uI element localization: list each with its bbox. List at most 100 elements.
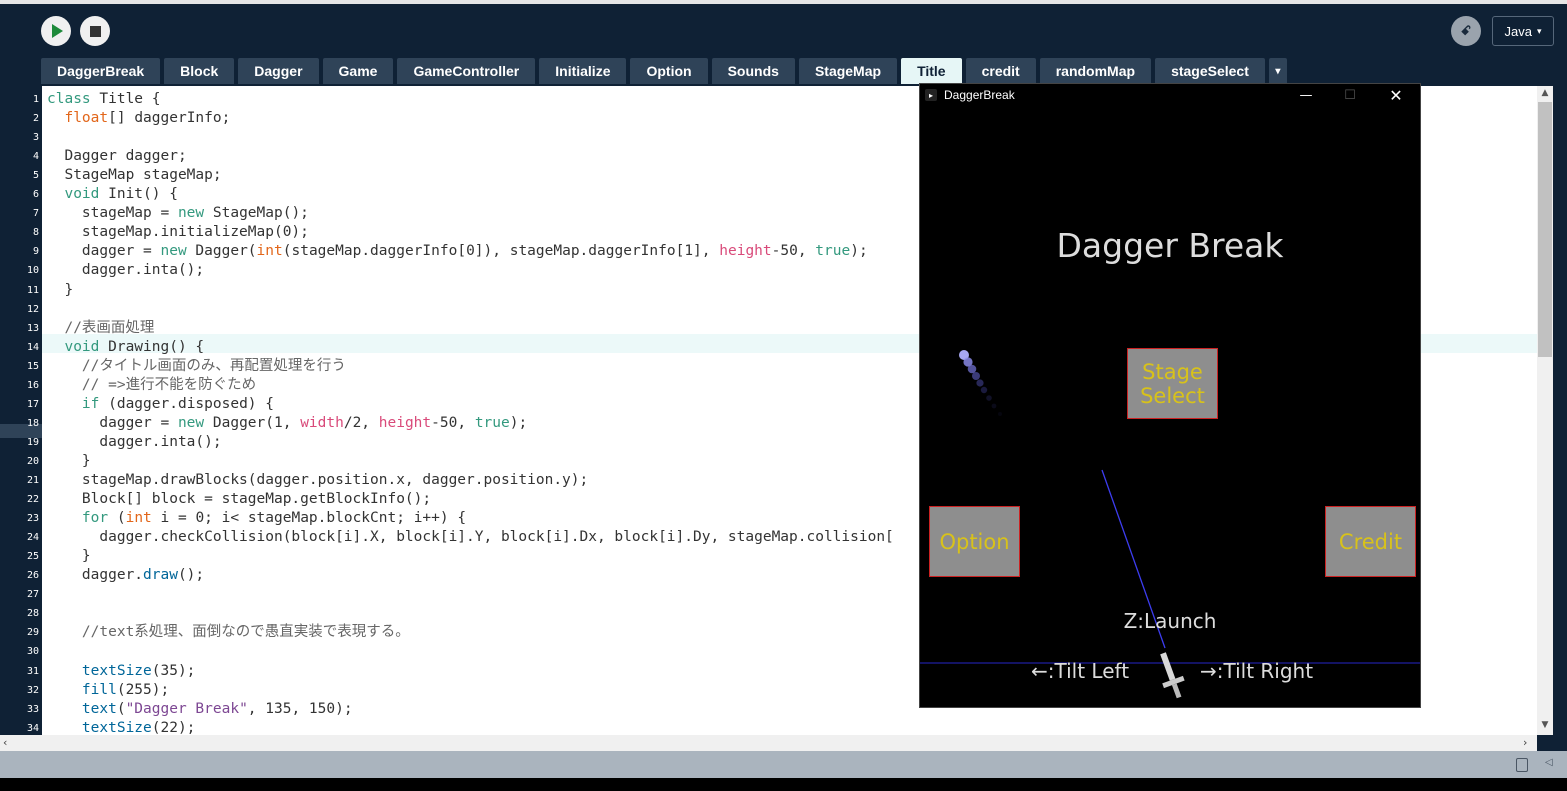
code-line: textSize(35);: [81, 662, 196, 679]
maximize-button[interactable]: ☐: [1328, 84, 1372, 106]
code-line: dagger = new Dagger(1, width/2, height-5…: [47, 414, 528, 431]
line-number: 19: [26, 436, 39, 448]
code-line: // =>進行不能を防ぐため: [81, 376, 257, 393]
code-line: void Drawing() {: [64, 338, 205, 355]
run-button[interactable]: [41, 16, 71, 46]
tab-menu-icon[interactable]: ▾: [1268, 58, 1287, 84]
code-line: stageMap.drawBlocks(dagger.position.x, d…: [47, 472, 589, 488]
line-number: 27: [26, 589, 39, 601]
code-line: fill(255);: [81, 681, 170, 698]
scroll-up-icon[interactable]: ▲: [1537, 88, 1553, 98]
code-line: stageMap.initializeMap(0);: [47, 224, 309, 241]
code-line: Dagger dagger;: [47, 148, 187, 165]
line-number: 7: [32, 208, 39, 220]
line-number: 5: [32, 170, 39, 182]
butterfly-icon: ꗃ: [1460, 23, 1472, 39]
tab-dagger[interactable]: Dagger: [238, 58, 319, 84]
launch-hint: Z:Launch: [1123, 609, 1217, 633]
minimize-button[interactable]: —: [1284, 84, 1328, 106]
code-line: class Title {: [47, 91, 161, 107]
line-number: 4: [32, 151, 39, 163]
line-number: 9: [32, 246, 39, 258]
line-number: 18: [26, 417, 39, 429]
line-number: 21: [26, 475, 39, 486]
vertical-scrollbar[interactable]: ▲ ▼: [1537, 86, 1553, 735]
stop-button[interactable]: [80, 16, 110, 46]
line-number: 8: [32, 227, 39, 239]
code-line: dagger.checkCollision(block[i].X, block[…: [47, 529, 894, 546]
console-icon[interactable]: [1516, 758, 1528, 772]
tab-block[interactable]: Block: [164, 58, 235, 84]
line-number: 2: [32, 113, 39, 125]
processing-app-icon: ▸: [925, 89, 937, 101]
stage-select-button[interactable]: Stage Select: [1127, 348, 1218, 419]
horizontal-scrollbar[interactable]: ‹ ›: [0, 735, 1537, 751]
close-button[interactable]: ✕: [1374, 84, 1418, 106]
code-line: dagger = new Dagger(int(stageMap.daggerI…: [47, 243, 868, 260]
code-line: stageMap = new StageMap();: [47, 205, 309, 222]
tab-title[interactable]: Title: [901, 58, 962, 84]
tab-option[interactable]: Option: [630, 58, 708, 84]
tab-credit[interactable]: credit: [965, 58, 1036, 84]
line-number: 29: [26, 627, 39, 639]
tab-game[interactable]: Game: [322, 58, 394, 84]
line-number: 23: [26, 513, 39, 525]
code-line: dagger.inta();: [47, 262, 205, 279]
tab-stagemap[interactable]: StageMap: [798, 58, 898, 84]
line-number: 14: [26, 341, 39, 353]
line-number: 33: [26, 703, 39, 715]
sketch-window[interactable]: ▸ DaggerBreak — ☐ ✕ Dagger Break Stage S…: [919, 83, 1421, 708]
status-bar: ◁: [0, 751, 1567, 778]
line-number: 31: [26, 665, 39, 677]
code-line: }: [47, 281, 74, 298]
scroll-left-icon[interactable]: ‹: [3, 736, 7, 749]
code-line: StageMap stageMap;: [47, 167, 222, 184]
tilt-left-hint: ←:Tilt Left: [1031, 659, 1130, 683]
option-button[interactable]: Option: [929, 506, 1020, 577]
mode-label: Java: [1504, 23, 1532, 39]
code-line: Block[] block = stageMap.getBlockInfo();: [47, 491, 432, 508]
tab-randommap[interactable]: randomMap: [1039, 58, 1152, 84]
credit-button[interactable]: Credit: [1325, 506, 1416, 577]
ball-trail: [959, 350, 1002, 416]
code-line: float[] daggerInfo;: [64, 110, 231, 127]
tab-initialize[interactable]: Initialize: [539, 58, 627, 84]
tab-daggerbreak[interactable]: DaggerBreak: [41, 58, 161, 84]
scroll-right-icon[interactable]: ›: [1523, 736, 1527, 749]
code-line: dagger.inta();: [47, 433, 222, 450]
line-number: 30: [26, 646, 39, 658]
code-line: if (dagger.disposed) {: [81, 395, 274, 412]
code-line: //text系処理、面倒なので愚直実装で表現する。: [81, 624, 410, 641]
taskbar-strip: [0, 778, 1567, 791]
tab-sounds[interactable]: Sounds: [711, 58, 795, 84]
line-number: 16: [26, 379, 39, 391]
game-canvas[interactable]: Dagger Break Stage Select Option Credit Z…: [920, 106, 1420, 707]
line-number: 32: [26, 684, 39, 696]
code-line: //表画面処理: [64, 319, 155, 336]
scroll-down-icon[interactable]: ▼: [1537, 720, 1553, 730]
line-number: 12: [26, 303, 39, 315]
game-title: Dagger Break: [1056, 226, 1284, 265]
code-line: }: [47, 452, 91, 469]
line-number: 3: [32, 132, 39, 144]
line-number: 6: [32, 189, 39, 201]
line-number: 11: [26, 284, 39, 296]
tab-gamecontroller[interactable]: GameController: [397, 58, 536, 84]
debug-button[interactable]: ꗃ: [1451, 16, 1481, 46]
tab-stageselect[interactable]: stageSelect: [1155, 58, 1265, 84]
code-line: textSize(22);: [81, 719, 196, 735]
line-number-gutter: 1 2 3 4 5 6 7 8 9 10 11 12 13 14 15 16 17 18 19 20 21 22 23 24 2…: [0, 86, 42, 735]
mode-selector[interactable]: Java ▾: [1492, 16, 1554, 46]
code-line: for (int i = 0; i< stageMap.blockCnt; i+…: [81, 510, 467, 527]
code-line: //タイトル画面のみ、再配置処理を行う: [81, 357, 346, 374]
line-number: 24: [26, 532, 39, 544]
tilt-right-hint: →:Tilt Right: [1200, 659, 1314, 683]
line-number: 22: [26, 494, 39, 506]
line-number: 17: [26, 398, 39, 410]
collapse-icon[interactable]: ◁: [1545, 757, 1553, 768]
line-number: 26: [26, 570, 39, 582]
code-line: }: [47, 548, 91, 565]
line-number: 20: [26, 455, 39, 467]
sketch-titlebar[interactable]: ▸ DaggerBreak — ☐ ✕: [920, 84, 1420, 106]
scrollbar-thumb[interactable]: [1538, 102, 1552, 357]
